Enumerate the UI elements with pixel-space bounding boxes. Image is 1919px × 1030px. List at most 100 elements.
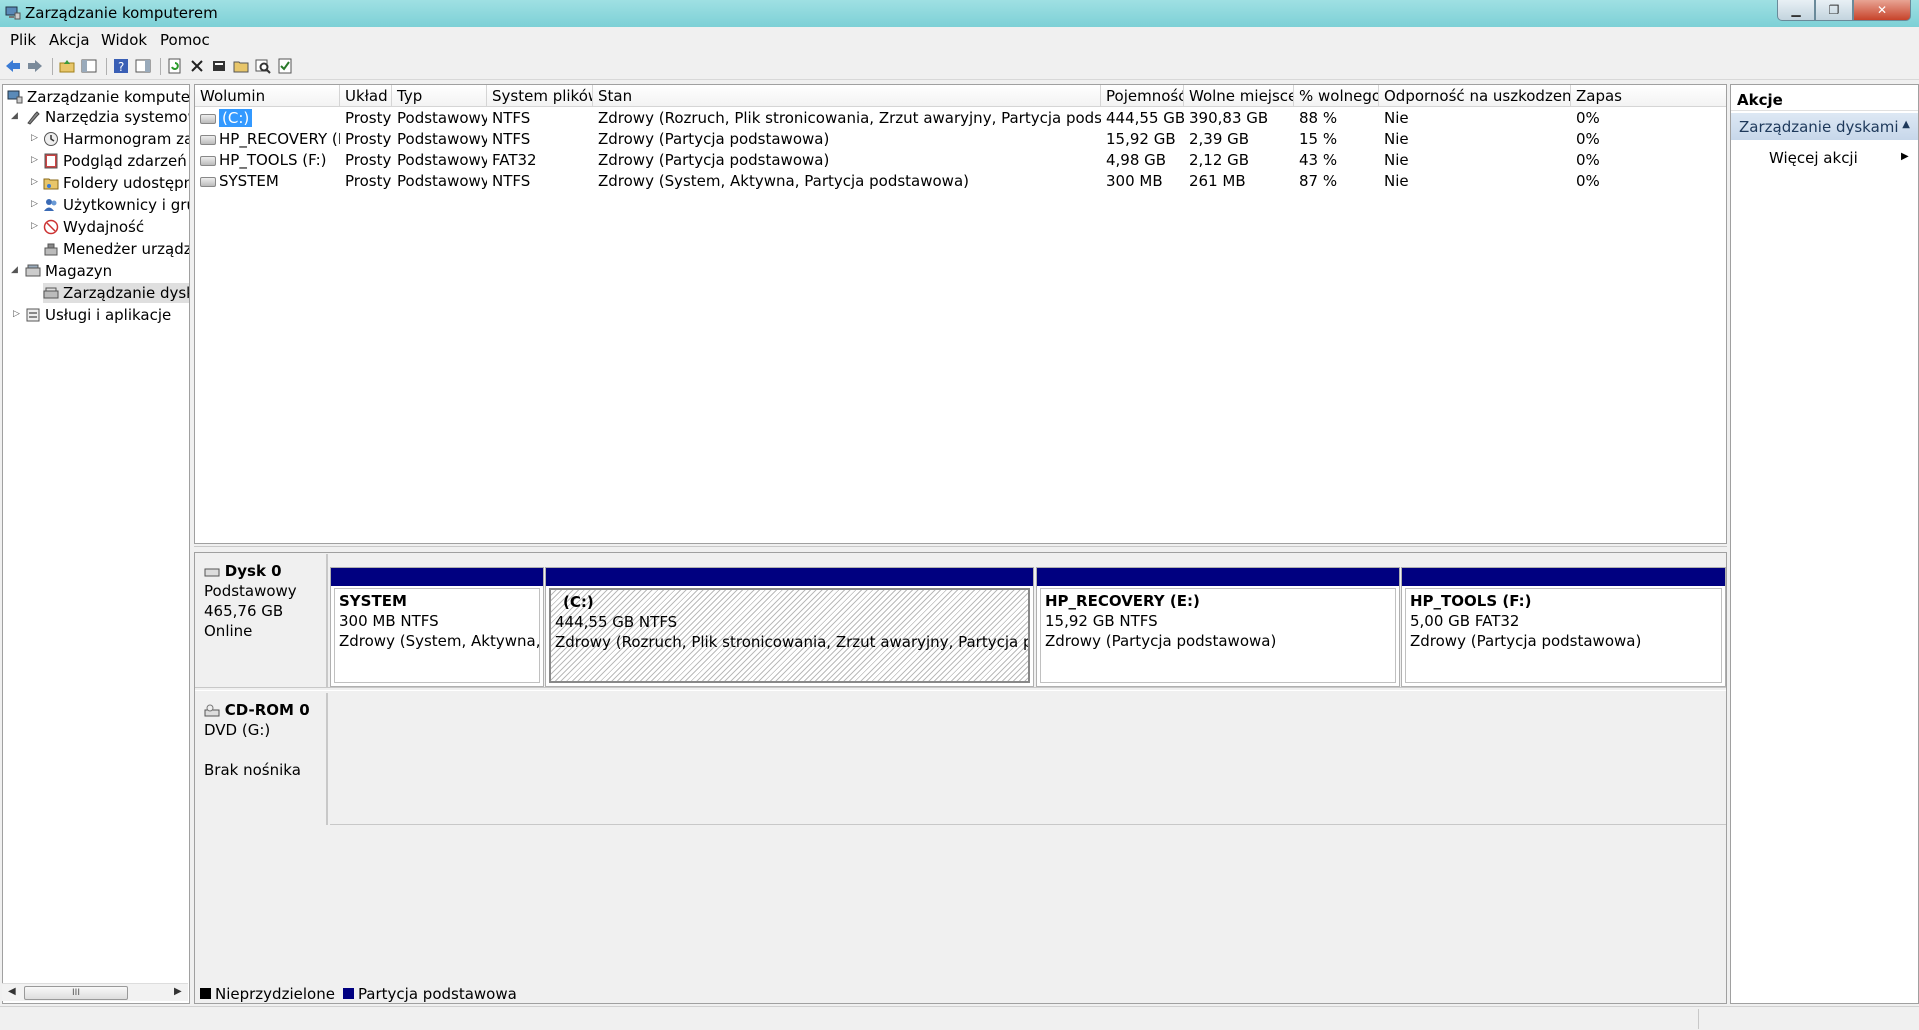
partition-name: HP_RECOVERY (E:) xyxy=(1045,592,1200,610)
clock-icon xyxy=(44,132,58,146)
scroll-thumb[interactable]: III xyxy=(24,986,128,1000)
column-header-volume[interactable]: Wolumin xyxy=(195,85,340,107)
tree-item-users-groups[interactable]: Użytkownicy i grup xyxy=(43,195,189,215)
tree-item-performance[interactable]: Wydajność xyxy=(43,217,144,237)
table-row[interactable]: SYSTEM Prosty Podstawowy NTFS Zdrowy (Sy… xyxy=(195,171,1726,192)
cdrom-0-drive: DVD (G:) xyxy=(204,721,271,739)
cdrom-icon xyxy=(204,704,220,716)
performance-icon xyxy=(43,219,59,235)
tree-item-system-tools[interactable]: Narzędzia systemowe xyxy=(25,107,189,127)
tree-item-device-manager[interactable]: Menedżer urządzeń xyxy=(43,239,189,259)
properties-button[interactable] xyxy=(210,57,228,75)
collapsed-arrow-icon[interactable]: ▷ xyxy=(13,309,20,319)
tree-item-services-apps[interactable]: Usługi i aplikacje xyxy=(25,305,171,325)
show-hide-tree-button[interactable] xyxy=(80,57,98,75)
collapsed-arrow-icon[interactable]: ▷ xyxy=(31,199,38,209)
cell-file-system: NTFS xyxy=(492,130,531,148)
tree-item-event-viewer[interactable]: Podgląd zdarzeń xyxy=(43,151,187,171)
expanded-arrow-icon[interactable]: ◢ xyxy=(11,111,18,121)
column-header-capacity[interactable]: Pojemność xyxy=(1101,85,1184,107)
tree-item-label: Usługi i aplikacje xyxy=(45,306,172,324)
cell-free-space: 2,39 GB xyxy=(1189,130,1250,148)
collapsed-arrow-icon[interactable]: ▷ xyxy=(31,133,38,143)
scroll-left-icon[interactable]: ◀ xyxy=(8,986,16,997)
disk-0-size: 465,76 GB xyxy=(204,602,284,620)
collapsed-arrow-icon[interactable]: ▷ xyxy=(31,155,38,165)
disk-0-info[interactable]: Dysk 0 Podstawowy 465,76 GB Online xyxy=(196,554,328,688)
volume-icon xyxy=(200,134,216,145)
expanded-arrow-icon[interactable]: ◢ xyxy=(11,265,18,275)
primary-partition-bar xyxy=(1037,568,1399,586)
tree-item-label: Podgląd zdarzeń xyxy=(63,152,187,170)
primary-partition-bar xyxy=(331,568,543,586)
column-header-type[interactable]: Typ xyxy=(392,85,487,107)
back-button[interactable] xyxy=(4,57,22,75)
refresh-button[interactable] xyxy=(166,57,184,75)
menu-akcja[interactable]: Akcja xyxy=(49,31,90,49)
legend-unallocated: Nieprzydzielone xyxy=(215,984,335,1003)
open-button[interactable] xyxy=(232,57,250,75)
cell-type: Podstawowy xyxy=(397,172,487,190)
column-header-percent-free[interactable]: % wolnego xyxy=(1294,85,1379,107)
table-row[interactable]: (C:) Prosty Podstawowy NTFS Zdrowy (Rozr… xyxy=(195,108,1726,129)
menu-plik[interactable]: Plik xyxy=(10,31,36,49)
disk-check-button[interactable] xyxy=(276,57,294,75)
table-row[interactable]: HP_TOOLS (F:) Prosty Podstawowy FAT32 Zd… xyxy=(195,150,1726,171)
partition-status: Zdrowy (System, Aktywna, Partycja podsta… xyxy=(339,632,540,650)
column-header-overhead[interactable]: Zapas xyxy=(1571,85,1726,107)
partition-c[interactable]: (C:) 444,55 GB NTFS Zdrowy (Rozruch, Pli… xyxy=(545,567,1034,687)
menu-bar: Plik Akcja Widok Pomoc xyxy=(0,27,1919,51)
cell-type: Podstawowy xyxy=(397,130,487,148)
tree-item-shared-folders[interactable]: Foldery udostępnic xyxy=(43,173,189,193)
forward-button[interactable] xyxy=(26,57,44,75)
tree-horizontal-scrollbar[interactable]: ◀ III ▶ xyxy=(2,983,188,1001)
scroll-right-icon[interactable]: ▶ xyxy=(174,986,182,997)
cell-capacity: 4,98 GB xyxy=(1106,151,1167,169)
up-button[interactable] xyxy=(58,57,76,75)
checklist-icon xyxy=(278,58,292,74)
column-header-free-space[interactable]: Wolne miejsce xyxy=(1184,85,1294,107)
cell-file-system: NTFS xyxy=(492,109,531,127)
cell-fault-tolerance: Nie xyxy=(1384,151,1409,169)
column-header-status[interactable]: Stan xyxy=(593,85,1101,107)
partition-hp-recovery[interactable]: HP_RECOVERY (E:) 15,92 GB NTFS Zdrowy (P… xyxy=(1036,567,1400,687)
device-manager-icon xyxy=(44,243,58,256)
cell-capacity: 300 MB xyxy=(1106,172,1163,190)
cdrom-0-info[interactable]: CD-ROM 0 DVD (G:) Brak nośnika xyxy=(196,693,328,825)
actions-header: Akcje xyxy=(1731,85,1918,111)
column-header-file-system[interactable]: System plików xyxy=(487,85,593,107)
minimize-button[interactable]: ▁ xyxy=(1777,0,1815,21)
maximize-button[interactable]: ❐ xyxy=(1815,0,1853,21)
disk-management-icon xyxy=(43,287,59,299)
console-tree-icon xyxy=(81,59,97,73)
tree-item-storage[interactable]: Magazyn xyxy=(25,261,112,281)
cell-type: Podstawowy xyxy=(397,109,487,127)
primary-partition-bar xyxy=(546,568,1033,586)
column-header-layout[interactable]: Układ xyxy=(340,85,392,107)
collapsed-arrow-icon[interactable]: ▷ xyxy=(31,221,38,231)
partition-hp-tools[interactable]: HP_TOOLS (F:) 5,00 GB FAT32 Zdrowy (Part… xyxy=(1401,567,1726,687)
tree-item-task-scheduler[interactable]: Harmonogram zad xyxy=(43,129,189,149)
close-icon: ✕ xyxy=(1876,3,1888,17)
collapse-up-icon[interactable]: ▲ xyxy=(1902,119,1910,130)
show-hide-action-pane-button[interactable] xyxy=(134,57,152,75)
actions-group-disk-management[interactable]: Zarządzanie dyskami ▲ xyxy=(1731,113,1918,140)
help-button[interactable]: ? xyxy=(112,57,130,75)
tree-item-disk-management[interactable]: Zarządzanie dyska xyxy=(43,283,189,303)
collapsed-arrow-icon[interactable]: ▷ xyxy=(31,177,38,187)
partition-system[interactable]: SYSTEM 300 MB NTFS Zdrowy (System, Aktyw… xyxy=(330,567,544,687)
search-button[interactable] xyxy=(254,57,272,75)
menu-widok[interactable]: Widok xyxy=(101,31,147,49)
close-button[interactable]: ✕ xyxy=(1853,0,1911,21)
delete-button[interactable] xyxy=(188,57,206,75)
menu-pomoc[interactable]: Pomoc xyxy=(160,31,210,49)
column-header-fault-tolerance[interactable]: Odporność na uszkodzenia xyxy=(1379,85,1571,107)
table-row[interactable]: HP_RECOVERY (E:) Prosty Podstawowy NTFS … xyxy=(195,129,1726,150)
partition-size: 15,92 GB NTFS xyxy=(1045,612,1158,630)
actions-group-label: Zarządzanie dyskami xyxy=(1739,118,1899,136)
partition-status: Zdrowy (Partycja podstawowa) xyxy=(1410,632,1642,650)
partition-size: 300 MB NTFS xyxy=(339,612,439,630)
more-actions-item[interactable]: Więcej akcji ▶ xyxy=(1769,149,1909,167)
cell-layout: Prosty xyxy=(345,172,392,190)
tree-root-computer-management[interactable]: Zarządzanie komputerem xyxy=(7,87,189,107)
